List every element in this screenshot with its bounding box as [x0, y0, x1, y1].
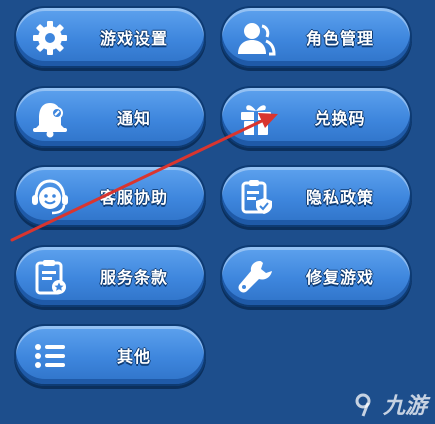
settings-menu: 游戏设置 角色管理 通知 兑换码 客服协助 隐私政策 服务条款 修复游戏 其他 …: [0, 0, 435, 424]
other-label: 其他: [116, 347, 151, 366]
role-management-button[interactable]: 角色管理: [220, 6, 412, 68]
notifications-button[interactable]: 通知: [14, 86, 206, 148]
list-icon: [30, 336, 70, 376]
repair-game-button[interactable]: 修复游戏: [220, 245, 412, 307]
headset-icon: [30, 177, 70, 217]
9game-logo-icon: [355, 393, 371, 417]
clipboard-star-icon: [30, 257, 70, 297]
gift-icon: [236, 98, 276, 138]
terms-of-service-button[interactable]: 服务条款: [14, 245, 206, 307]
notifications-label: 通知: [116, 109, 151, 128]
customer-service-label: 客服协助: [99, 188, 168, 207]
redeem-code-label: 兑换码: [314, 109, 366, 128]
game-settings-label: 游戏设置: [99, 29, 168, 48]
terms-of-service-label: 服务条款: [99, 268, 168, 287]
other-button[interactable]: 其他: [14, 324, 206, 386]
watermark-text: 九游: [382, 393, 427, 418]
role-management-label: 角色管理: [305, 29, 374, 48]
wrench-icon: [236, 257, 276, 297]
privacy-policy-button[interactable]: 隐私政策: [220, 165, 412, 227]
privacy-policy-label: 隐私政策: [305, 188, 374, 207]
gear-icon: [30, 18, 70, 58]
bell-icon: [30, 98, 70, 138]
customer-service-button[interactable]: 客服协助: [14, 165, 206, 227]
redeem-code-button[interactable]: 兑换码: [220, 86, 412, 148]
shield-document-icon: [236, 177, 276, 217]
user-icon: [236, 18, 276, 58]
game-settings-button[interactable]: 游戏设置: [14, 6, 206, 68]
repair-game-label: 修复游戏: [305, 268, 374, 287]
watermark: 九游: [351, 388, 427, 420]
